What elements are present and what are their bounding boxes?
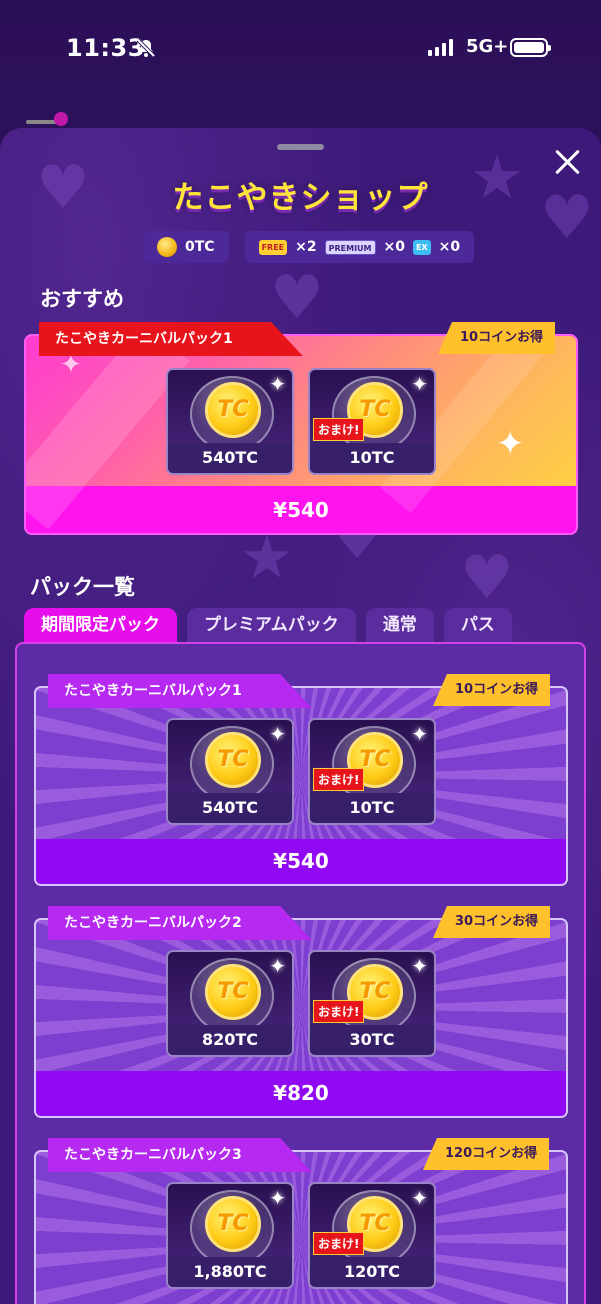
heart-decoration-icon: ♥ — [270, 263, 324, 333]
bonus-tag: おまけ! — [313, 1000, 365, 1023]
pack-list-heading: パック一覧 — [30, 575, 135, 599]
recommend-heading: おすすめ — [40, 287, 124, 311]
tc-coin-icon: TC — [205, 732, 261, 788]
item-amount: 540TC — [168, 443, 292, 473]
item-amount: 30TC — [310, 1025, 434, 1055]
ex-ticket-count: ×0 — [438, 239, 461, 255]
star-decoration-icon: ★ — [240, 523, 294, 593]
item-amount: 120TC — [310, 1257, 434, 1287]
item-amount: 1,880TC — [168, 1257, 292, 1287]
pack-name: たこやきカーニバルパック1 — [48, 674, 312, 708]
sparkle-icon: ✦ — [269, 1186, 286, 1210]
savings-badge: 120コインお得 — [423, 1138, 550, 1170]
savings-badge: 10コインお得 — [438, 322, 556, 354]
coin-item: TC ✦ 820TC — [166, 950, 294, 1057]
pack-name: たこやきカーニバルパック1 — [39, 322, 303, 356]
premium-ticket-count: ×0 — [383, 239, 405, 255]
sparkle-icon: ✦ — [411, 1186, 428, 1210]
coin-balance: 0TC — [143, 231, 229, 263]
sparkle-icon: ✦ — [411, 372, 428, 396]
status-bar: 11:33 5G+ — [0, 0, 601, 96]
tab-normal[interactable]: 通常 — [365, 608, 434, 642]
coin-item: TC ✦ 540TC — [166, 368, 294, 475]
bonus-item: TC ✦ おまけ! 10TC — [308, 718, 436, 825]
price-button[interactable]: ¥820 — [36, 1071, 566, 1116]
item-amount: 10TC — [310, 793, 434, 823]
signal-icon — [428, 38, 453, 56]
free-ticket-icon: FREE — [258, 239, 288, 255]
tc-coin-icon: TC — [205, 382, 261, 438]
pack-card-2[interactable]: TC ✦ 820TC TC ✦ おまけ! 30TC ¥820 — [34, 918, 568, 1118]
clock: 11:33 — [66, 34, 145, 62]
balance-bar: 0TC FREE ×2 PREMIUM ×0 EX ×0 — [143, 231, 475, 263]
sparkle-icon: ✦ — [411, 954, 428, 978]
pack-list[interactable]: TC ✦ 540TC TC ✦ おまけ! 10TC ¥540 たこやきカーニバルパック1 … — [15, 642, 586, 1304]
pack-items: TC ✦ 540TC TC ✦ おまけ! 10TC — [26, 368, 576, 475]
notification-dot — [54, 112, 68, 126]
bell-muted-icon — [136, 38, 156, 58]
savings-badge: 30コインお得 — [433, 906, 551, 938]
pack-name: たこやきカーニバルパック2 — [48, 906, 312, 940]
sparkle-icon: ✦ — [269, 954, 286, 978]
price-button[interactable]: ¥540 — [26, 488, 576, 533]
tc-coin-icon: TC — [205, 1196, 261, 1252]
coin-balance-value: 0TC — [185, 239, 215, 255]
pack-card-1[interactable]: TC ✦ 540TC TC ✦ おまけ! 10TC ¥540 — [34, 686, 568, 886]
coin-item: TC ✦ 1,880TC — [166, 1182, 294, 1289]
ticket-balance: FREE ×2 PREMIUM ×0 EX ×0 — [244, 231, 475, 263]
tab-limited[interactable]: 期間限定パック — [24, 608, 177, 642]
tab-premium[interactable]: プレミアムパック — [187, 608, 356, 642]
battery-icon — [510, 38, 551, 57]
savings-badge: 10コインお得 — [433, 674, 551, 706]
free-ticket-count: ×2 — [295, 239, 317, 255]
bonus-item: TC ✦ おまけ! 10TC — [308, 368, 436, 475]
recommended-pack-card[interactable]: TC ✦ 540TC TC ✦ おまけ! 10TC ✦ ✦ ¥540 — [24, 334, 578, 535]
bonus-item: TC ✦ おまけ! 120TC — [308, 1182, 436, 1289]
ex-ticket-icon: EX — [413, 239, 431, 255]
heart-decoration-icon: ♥ — [460, 543, 514, 613]
sparkle-icon: ✦ — [269, 722, 286, 746]
pack-name: たこやきカーニバルパック3 — [48, 1138, 312, 1172]
page-title: たこやきショップ — [172, 180, 429, 216]
pack-tabs: 期間限定パック プレミアムパック 通常 パス — [24, 608, 512, 642]
item-amount: 540TC — [168, 793, 292, 823]
item-amount: 820TC — [168, 1025, 292, 1055]
sparkle-icon: ✦ — [269, 372, 286, 396]
sheet-drag-handle[interactable] — [277, 144, 324, 150]
bonus-tag: おまけ! — [313, 418, 365, 441]
item-amount: 10TC — [310, 443, 434, 473]
tab-pass[interactable]: パス — [443, 608, 512, 642]
price-button[interactable]: ¥540 — [36, 839, 566, 884]
sparkle-icon: ✦ — [411, 722, 428, 746]
sparkle-icon: ✦ — [496, 424, 525, 464]
bonus-tag: おまけ! — [313, 1232, 365, 1255]
pack-card-3[interactable]: TC ✦ 1,880TC TC ✦ おまけ! 120TC — [34, 1150, 568, 1304]
premium-ticket-icon: PREMIUM — [324, 239, 376, 255]
bonus-item: TC ✦ おまけ! 30TC — [308, 950, 436, 1057]
shop-sheet: ♥ ★ ♥ ♥ ♥ ★ ♥ たこやきショップ 0TC FREE ×2 PREMI… — [0, 128, 601, 1304]
tc-coin-icon: TC — [205, 964, 261, 1020]
coin-icon — [157, 237, 177, 257]
bonus-tag: おまけ! — [313, 768, 365, 791]
network-type: 5G+ — [466, 36, 509, 57]
coin-item: TC ✦ 540TC — [166, 718, 294, 825]
